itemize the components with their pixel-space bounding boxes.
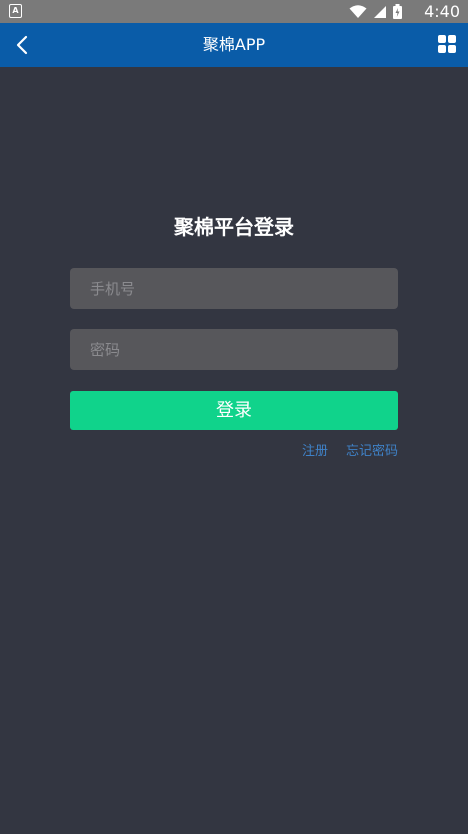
page-title: 聚棉APP (202, 35, 266, 54)
auth-links: 注册 忘记密码 (302, 441, 398, 463)
status-bar: A 4:40 (0, 0, 468, 23)
register-link[interactable]: 注册 (302, 441, 328, 463)
phone-input[interactable] (70, 268, 398, 309)
app-notification-icon: A (9, 4, 22, 18)
forgot-password-link[interactable]: 忘记密码 (346, 441, 398, 463)
signal-icon (374, 5, 386, 18)
app-header: 聚棉APP (0, 23, 468, 67)
login-title: 聚棉平台登录 (174, 215, 294, 239)
status-time: 4:40 (424, 2, 460, 21)
system-icons (349, 4, 402, 19)
menu-button[interactable] (438, 35, 458, 55)
password-input[interactable] (70, 329, 398, 370)
wifi-icon (349, 4, 367, 18)
battery-icon (393, 4, 402, 19)
login-button[interactable]: 登录 (70, 391, 398, 430)
